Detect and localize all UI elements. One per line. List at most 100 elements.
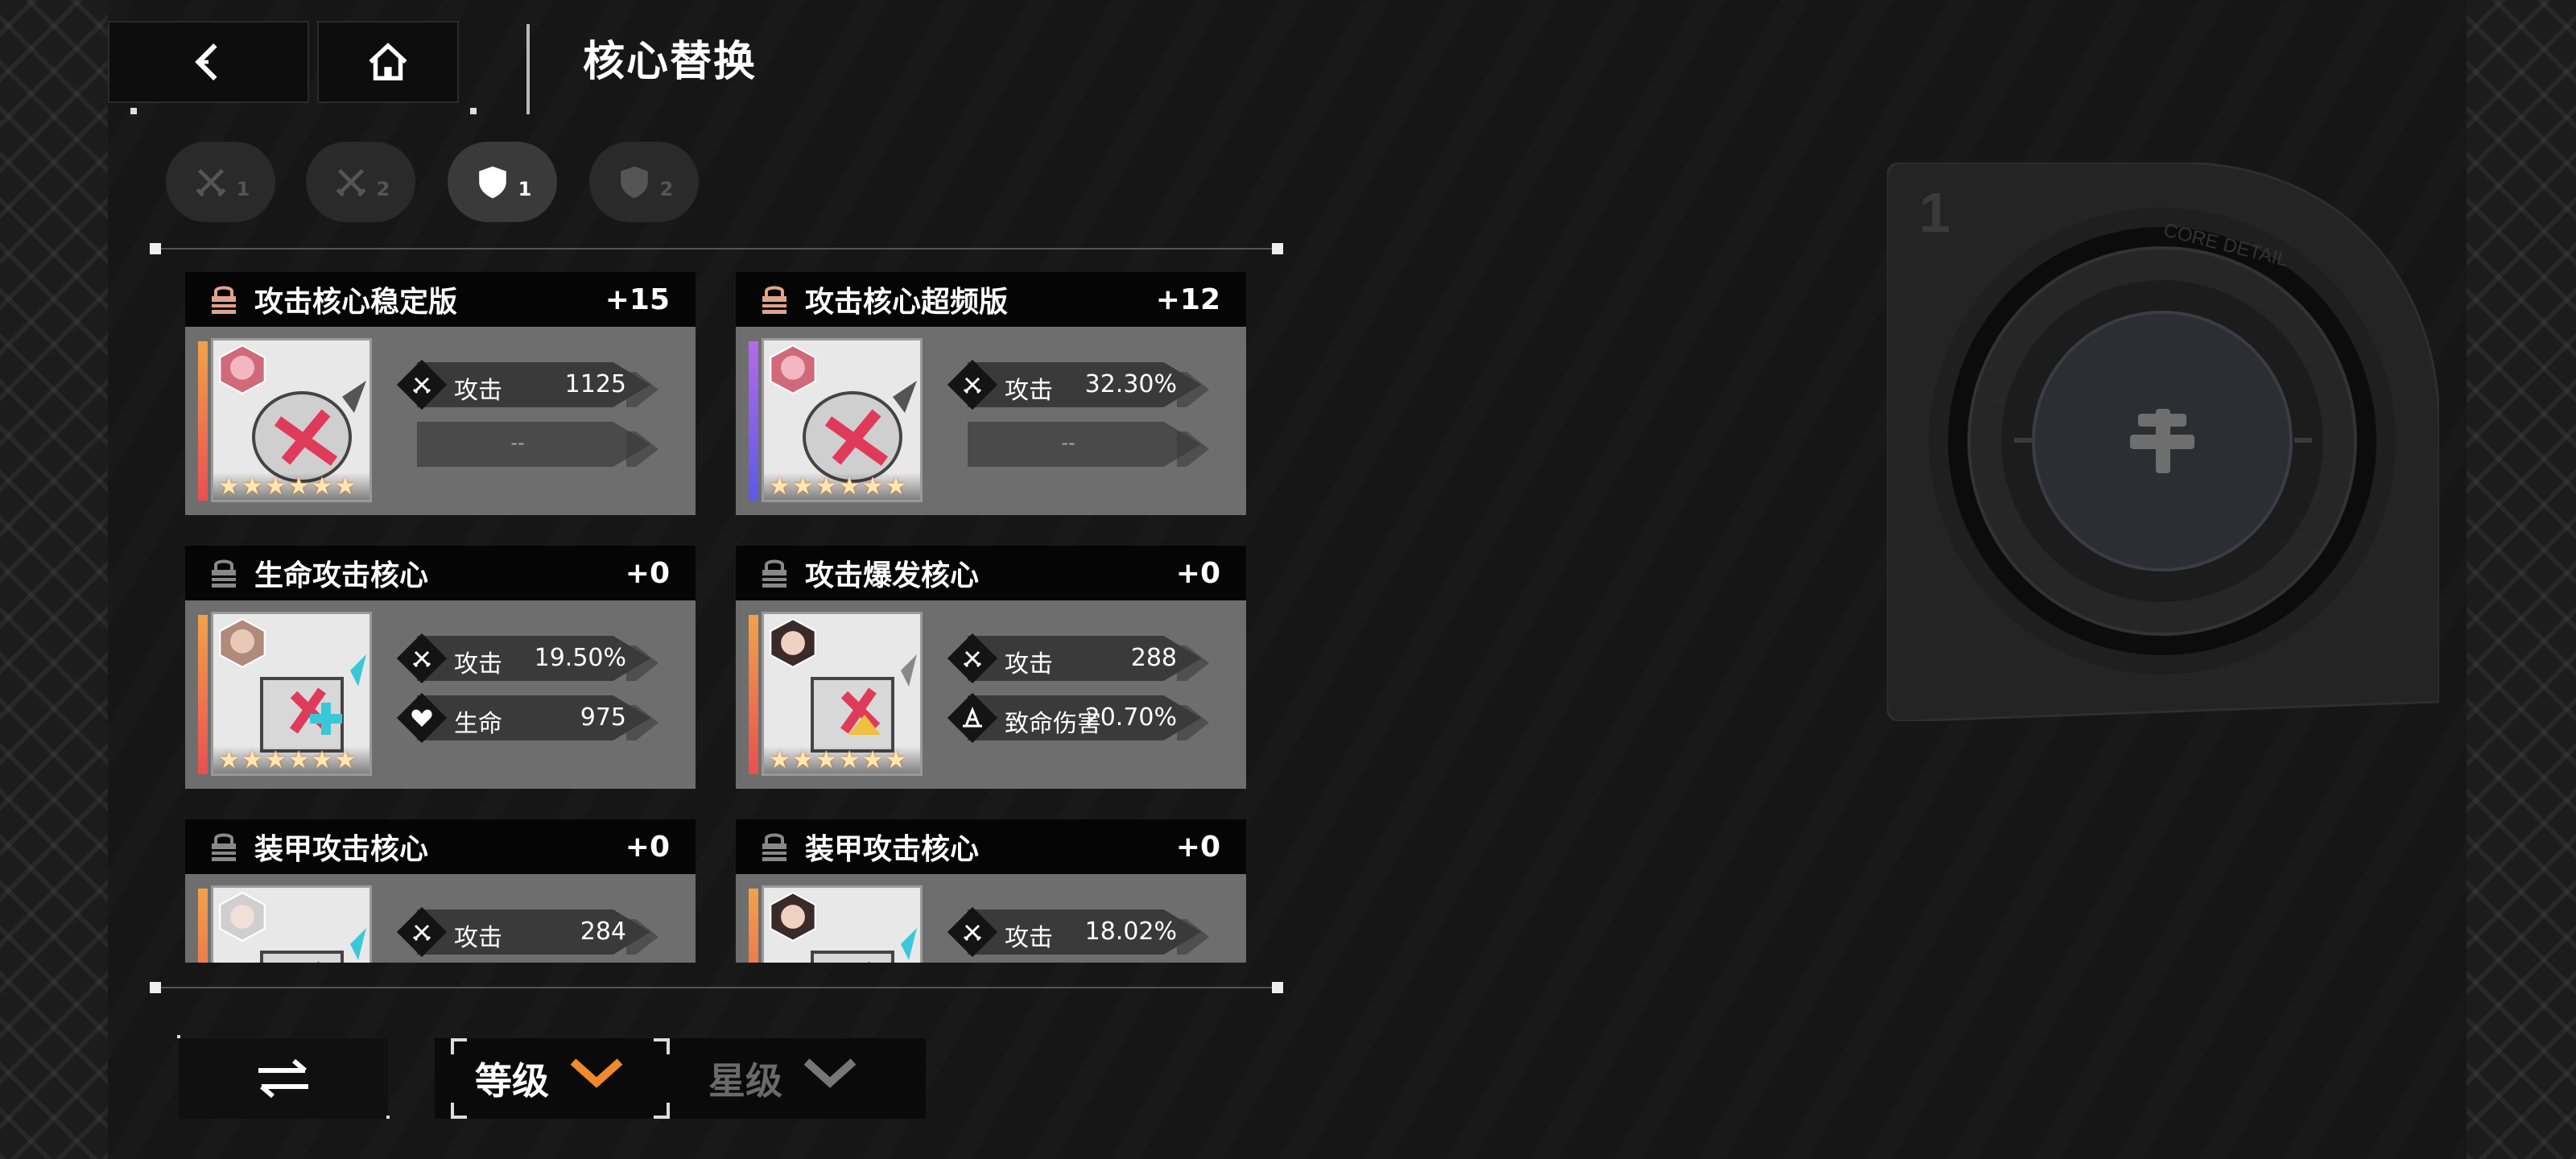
rarity-strip <box>749 615 758 774</box>
attack-icon <box>412 650 431 668</box>
stat-row: 攻击 288 <box>947 633 1209 684</box>
stat-label: 攻击 <box>454 650 502 678</box>
selection-bracket <box>654 1038 670 1054</box>
attack-icon <box>963 924 982 942</box>
core-portrait <box>211 885 372 963</box>
star-rating: ★ ★ ★ ★ ★ ★ <box>764 746 920 773</box>
star-rating: ★ ★ ★ ★ ★ ★ <box>213 746 369 773</box>
core-level: +0 <box>625 556 670 590</box>
selection-bracket <box>451 1038 467 1054</box>
shield-icon <box>620 166 648 199</box>
core-card[interactable]: 生命攻击核心 +0 ★ ★ ★ ★ ★ ★ 攻击 19.50% 生命 975 <box>185 546 696 789</box>
stat-row: 攻击 19.50% <box>396 633 658 684</box>
core-list[interactable]: 攻击核心稳定版 +15 ★ ★ ★ ★ ★ ★ 攻击 1125 -- 攻击核心超… <box>185 272 1248 963</box>
stat-label: 攻击 <box>1005 377 1053 405</box>
stat-row-empty: -- <box>952 422 1209 467</box>
rarity-strip <box>198 889 208 963</box>
stat-label: 生命 <box>454 710 502 738</box>
star-rating: ★ ★ ★ ★ ★ ★ <box>764 472 920 500</box>
core-name: 攻击爆发核心 <box>805 559 980 592</box>
core-card[interactable]: 攻击核心稳定版 +15 ★ ★ ★ ★ ★ ★ 攻击 1125 -- <box>185 272 696 515</box>
frame-corner <box>1272 982 1283 993</box>
core-portrait: ★ ★ ★ ★ ★ ★ <box>762 612 923 776</box>
home-icon <box>369 43 407 80</box>
shield-icon <box>478 166 506 199</box>
swap-order-button[interactable] <box>179 1038 388 1119</box>
back-button[interactable] <box>108 21 309 103</box>
chevron-down-icon <box>803 1058 857 1088</box>
filter-defense-1[interactable]: 1 <box>448 142 557 222</box>
core-level: +0 <box>1175 830 1220 864</box>
selection-bracket <box>654 1103 670 1119</box>
home-button[interactable] <box>317 21 459 103</box>
filter-number: 1 <box>518 178 532 200</box>
svg-text:—: — <box>1992 392 2004 407</box>
list-frame-top <box>155 248 1277 250</box>
lock-open-icon[interactable] <box>208 829 240 864</box>
core-slot[interactable]: — 1 CORE DETAIL <box>1887 163 2439 721</box>
sort-star-label: 星级 <box>708 1059 782 1103</box>
frame-corner <box>150 982 161 993</box>
filter-attack-2[interactable]: 2 <box>306 142 415 222</box>
filter-attack-1[interactable]: 1 <box>166 142 275 222</box>
lock-closed-icon[interactable] <box>758 282 791 317</box>
frame-corner <box>1272 243 1283 254</box>
core-portrait: ★ ★ ★ ★ ★ ★ <box>211 612 372 776</box>
core-art-icon <box>260 654 366 753</box>
sort-by-star[interactable]: 星级 <box>708 1038 858 1119</box>
core-level: +0 <box>625 830 670 864</box>
filter-defense-2[interactable]: 2 <box>589 142 699 222</box>
stat-value: 20.70% <box>1084 703 1177 732</box>
core-level: +15 <box>605 283 670 316</box>
stat-value: 284 <box>580 918 626 946</box>
core-art-icon <box>811 928 917 963</box>
lock-open-icon[interactable] <box>208 555 240 591</box>
stat-row-empty: -- <box>401 422 658 467</box>
sort-bar: 等级 星级 <box>435 1038 926 1119</box>
core-art-icon <box>252 381 366 483</box>
rarity-strip <box>198 341 208 501</box>
corner-marker <box>386 1116 390 1119</box>
sort-by-level[interactable]: 等级 <box>475 1038 625 1119</box>
star-rating: ★ ★ ★ ★ ★ ★ <box>213 472 369 500</box>
core-card[interactable]: 装甲攻击核心 +0 攻击 18.02% <box>736 819 1246 963</box>
core-card[interactable]: 攻击核心超频版 +12 ★ ★ ★ ★ ★ ★ 攻击 32.30% -- <box>736 272 1246 515</box>
stat-row: 攻击 1125 <box>396 359 658 410</box>
slot-number: 1 <box>1919 181 1951 244</box>
page-title: 核心替换 <box>583 38 758 86</box>
stat-value: 18.02% <box>1084 918 1177 946</box>
core-name: 装甲攻击核心 <box>254 833 429 866</box>
heart-icon <box>411 709 432 727</box>
core-name: 装甲攻击核心 <box>805 833 980 866</box>
attack-icon <box>412 377 431 394</box>
stat-row: 攻击 18.02% <box>947 906 1209 958</box>
stat-row: 攻击 32.30% <box>947 359 1209 410</box>
core-card[interactable]: 攻击爆发核心 +0 ★ ★ ★ ★ ★ ★ 攻击 288 致命伤害 20.70% <box>736 546 1246 789</box>
core-name: 攻击核心超频版 <box>805 286 1009 319</box>
list-frame-bottom <box>155 987 1277 988</box>
attack-icon <box>963 377 982 394</box>
rarity-strip <box>749 341 758 501</box>
swap-arrows-icon <box>258 1058 308 1099</box>
core-portrait: ★ ★ ★ ★ ★ ★ <box>762 338 923 502</box>
back-arrow-icon <box>195 43 217 80</box>
lock-closed-icon[interactable] <box>208 282 240 317</box>
stat-row: 生命 975 <box>396 692 658 744</box>
stat-value: 19.50% <box>534 644 626 672</box>
stat-value: 32.30% <box>1084 370 1177 398</box>
stat-value: -- <box>1061 431 1075 454</box>
lock-open-icon[interactable] <box>758 555 791 591</box>
core-level: +0 <box>1175 556 1220 590</box>
filter-number: 2 <box>659 178 674 200</box>
corner-marker <box>177 1035 180 1038</box>
core-portrait <box>762 885 923 963</box>
crossed-swords-icon <box>196 168 226 197</box>
core-level: +12 <box>1155 283 1220 316</box>
title-separator <box>526 24 530 114</box>
stat-value: 975 <box>580 703 626 732</box>
core-card[interactable]: 装甲攻击核心 +0 攻击 284 <box>185 819 696 963</box>
core-art-icon <box>803 381 917 483</box>
lock-open-icon[interactable] <box>758 829 791 864</box>
stat-label: 攻击 <box>454 924 502 952</box>
stat-label: 攻击 <box>454 377 502 405</box>
